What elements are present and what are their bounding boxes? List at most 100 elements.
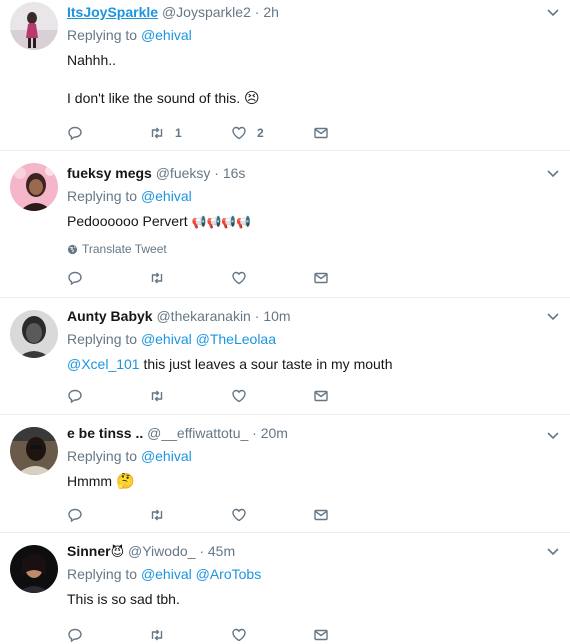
tweet-text-content: This is so sad tbh. [67, 591, 180, 607]
replying-to: Replying to @ehival [67, 25, 540, 45]
timestamp[interactable]: 20m [261, 425, 288, 441]
retweet-icon [151, 629, 163, 641]
mention-link[interactable]: @ehival [141, 448, 192, 464]
tweet-text: Nahhh.. I don't like the sound of this. … [67, 50, 540, 109]
retweet-icon [151, 127, 163, 139]
reply-timeline: ItsJoySparkle @Joysparkle2 · 2h Replying… [0, 0, 570, 644]
retweet-button[interactable] [149, 505, 231, 525]
name-emoji: 😈 [110, 544, 125, 559]
mention-link[interactable]: @TheLeolaa [196, 331, 276, 347]
tweet-actions: 1 2 [67, 123, 395, 143]
user-handle[interactable]: @fueksy [156, 165, 211, 181]
tweet-actions [67, 386, 395, 406]
chevron-down-icon[interactable] [546, 429, 560, 443]
display-name[interactable]: e be tinss .. [67, 425, 143, 441]
replying-label: Replying to [67, 566, 138, 582]
replying-label: Replying to [67, 448, 138, 464]
like-button[interactable] [231, 505, 313, 525]
display-name[interactable]: Aunty Babyk [67, 308, 153, 324]
timestamp[interactable]: 2h [263, 4, 279, 20]
envelope-icon [314, 272, 328, 284]
reply-icon [68, 628, 82, 643]
user-handle[interactable]: @__effiwattotu_ [147, 425, 248, 441]
retweet-icon [151, 272, 163, 284]
tweet-actions [67, 625, 395, 644]
retweet-button[interactable]: 1 [149, 123, 231, 143]
separator-dot: · [254, 4, 260, 20]
timestamp[interactable]: 10m [263, 308, 290, 324]
mention-link[interactable]: @ehival [141, 27, 192, 43]
replying-label: Replying to [67, 188, 138, 204]
separator-dot: · [214, 165, 219, 181]
direct-message-button[interactable] [313, 625, 395, 644]
envelope-icon [314, 127, 328, 139]
retweet-button[interactable] [149, 386, 231, 406]
retweet-icon [151, 390, 163, 402]
display-name[interactable]: fueksy megs [67, 165, 152, 181]
timestamp[interactable]: 45m [208, 543, 235, 559]
tweet-actions [67, 505, 395, 525]
reply-button[interactable] [67, 268, 149, 288]
like-button[interactable] [231, 386, 313, 406]
avatar[interactable] [10, 310, 58, 358]
tweet-text-line: Nahhh.. [67, 52, 117, 68]
mention-link[interactable]: @ehival [141, 566, 192, 582]
replying-label: Replying to [67, 27, 138, 43]
chevron-down-icon[interactable] [546, 545, 560, 559]
timestamp[interactable]: 16s [223, 165, 246, 181]
tweet[interactable]: ItsJoySparkle @Joysparkle2 · 2h Replying… [0, 0, 570, 151]
reply-button[interactable] [67, 505, 149, 525]
display-name[interactable]: Sinner [67, 543, 111, 559]
tweet[interactable]: Sinner😈 @Yiwodo_ · 45m Replying to @ehiv… [0, 533, 570, 644]
reply-icon [68, 126, 82, 141]
tweet-text-content: Hmmm [67, 473, 113, 489]
separator-dot: · [252, 425, 257, 441]
display-name[interactable]: ItsJoySparkle [67, 4, 158, 20]
heart-icon [232, 126, 246, 140]
like-button[interactable] [231, 625, 313, 644]
heart-icon [232, 271, 246, 285]
tweet-text: Hmmm 🤔 [67, 471, 540, 492]
mention-link[interactable]: @ehival [141, 331, 192, 347]
like-count: 2 [257, 126, 264, 140]
retweet-button[interactable] [149, 625, 231, 644]
avatar[interactable] [10, 545, 58, 593]
like-button[interactable]: 2 [231, 123, 313, 143]
chevron-down-icon[interactable] [546, 167, 560, 181]
retweet-button[interactable] [149, 268, 231, 288]
reply-button[interactable] [67, 625, 149, 644]
direct-message-button[interactable] [313, 386, 395, 406]
reply-icon [68, 389, 82, 404]
mention-link[interactable]: @ehival [141, 188, 192, 204]
tweet-actions [67, 268, 395, 288]
translate-tweet-link[interactable]: Translate Tweet [67, 242, 540, 256]
chevron-down-icon[interactable] [546, 6, 560, 20]
direct-message-button[interactable] [313, 123, 395, 143]
heart-icon [232, 508, 246, 522]
avatar[interactable] [10, 163, 58, 211]
tweet-text-content: Pedoooooo Pervert [67, 213, 188, 229]
chevron-down-icon[interactable] [546, 310, 560, 324]
retweet-icon [151, 509, 163, 521]
mention-link[interactable]: @AroTobs [196, 566, 262, 582]
replying-label: Replying to [67, 331, 138, 347]
tweet[interactable]: Aunty Babyk @thekaranakin · 10m Replying… [0, 298, 570, 415]
reply-button[interactable] [67, 386, 149, 406]
tweet[interactable]: fueksy megs @fueksy · 16s Replying to @e… [0, 151, 570, 298]
avatar[interactable] [10, 2, 58, 50]
user-handle[interactable]: @Yiwodo_ [128, 543, 195, 559]
emoji: 😣 [244, 90, 260, 107]
reply-button[interactable] [67, 123, 149, 143]
tweet[interactable]: e be tinss .. @__effiwattotu_ · 20m Repl… [0, 415, 570, 533]
user-handle[interactable]: @thekaranakin [156, 308, 250, 324]
mention-link[interactable]: @Xcel_101 [67, 356, 140, 372]
like-button[interactable] [231, 268, 313, 288]
separator-dot: · [199, 543, 204, 559]
avatar[interactable] [10, 427, 58, 475]
tweet-text: This is so sad tbh. [67, 589, 540, 609]
tweet-text: @Xcel_101 this just leaves a sour taste … [67, 354, 540, 374]
user-handle[interactable]: @Joysparkle2 [162, 4, 251, 20]
direct-message-button[interactable] [313, 268, 395, 288]
direct-message-button[interactable] [313, 505, 395, 525]
envelope-icon [314, 629, 328, 641]
